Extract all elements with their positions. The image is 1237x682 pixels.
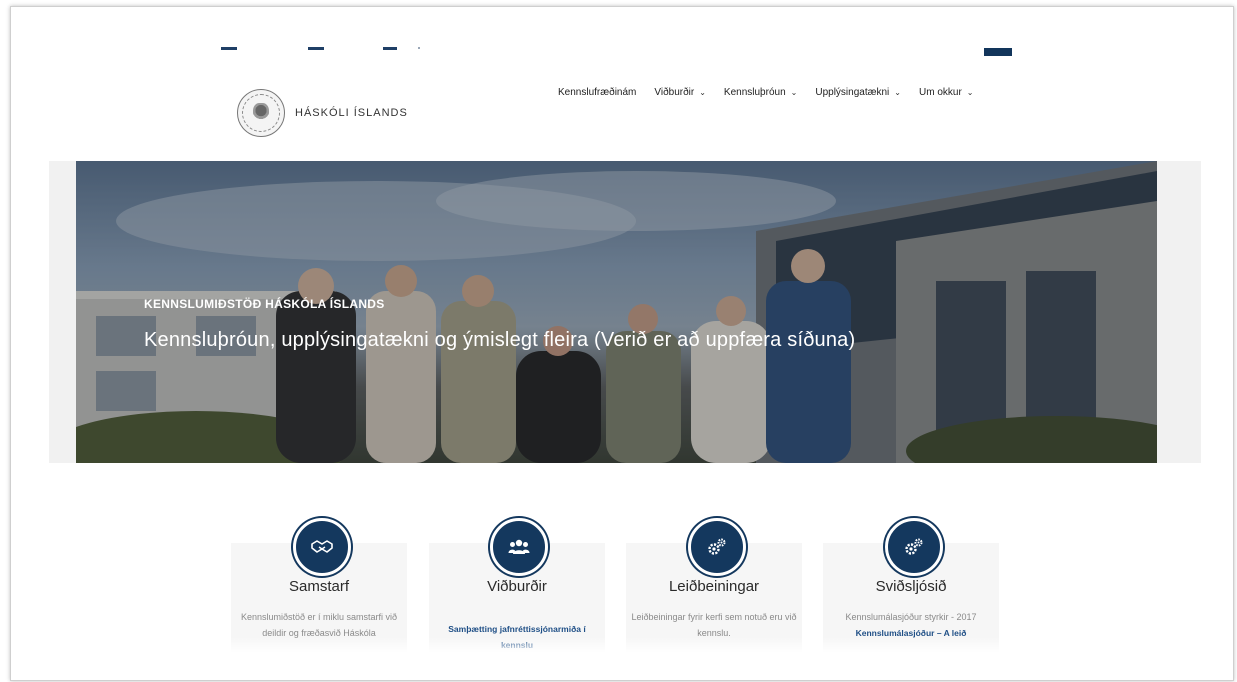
browser-page-frame: HÁSKÓLI ÍSLANDS Kennslufræðinám Viðburði… (10, 6, 1234, 681)
chevron-down-icon: ⌄ (699, 88, 706, 97)
card-title: Samstarf (288, 578, 349, 595)
nav-item-upplysingataekni[interactable]: Upplýsingatækni ⌄ (815, 87, 901, 98)
card-title: Viðburðir (487, 578, 547, 595)
university-seal-icon (237, 89, 285, 137)
main-nav: Kennslufræðinám Viðburðir ⌄ Kennsluþróun… (558, 87, 991, 98)
nav-item-kennslufraedinam[interactable]: Kennslufræðinám (558, 87, 636, 98)
hero-title: Kennsluþróun, upplýsingatækni og ýmisleg… (144, 329, 856, 351)
gears-icon[interactable] (688, 518, 746, 576)
chevron-down-icon: ⌄ (894, 88, 901, 97)
card-title: Sviðsljósið (875, 578, 947, 595)
handshake-icon[interactable] (293, 518, 351, 576)
nav-item-label: Kennslufræðinám (558, 87, 637, 98)
nav-item-label: Viðburðir (654, 87, 695, 98)
nav-item-label: Kennsluþróun (723, 87, 786, 98)
hero-kicker: KENNSLUMIÐSTÖÐ HÁSKÓLA ÍSLANDS (144, 297, 385, 311)
card-title: Leiðbeiningar (668, 578, 760, 595)
top-search-button[interactable] (984, 48, 1012, 56)
top-link-2[interactable] (308, 47, 324, 50)
nav-item-label: Upplýsingatækni (815, 87, 890, 98)
chevron-down-icon: ⌄ (966, 88, 974, 97)
hero-overlay (76, 161, 1157, 463)
top-link-3[interactable] (383, 47, 397, 50)
hero-section: KENNSLUMIÐSTÖÐ HÁSKÓLA ÍSLANDS Kennsluþr… (49, 161, 1201, 463)
card-fade (823, 637, 999, 653)
nav-item-label: Um okkur (918, 87, 962, 98)
users-icon[interactable] (490, 518, 548, 576)
card-text-line: Kennslumálasjóður styrkir - 2017 (845, 612, 977, 622)
nav-item-kennsluthroun[interactable]: Kennsluþróun ⌄ (724, 87, 797, 98)
top-separator (418, 47, 420, 49)
card-fade (231, 637, 407, 653)
logo-text: HÁSKÓLI ÍSLANDS (295, 107, 408, 119)
card-fade (626, 637, 802, 653)
gears-icon[interactable] (885, 518, 943, 576)
nav-item-um-okkur[interactable]: Um okkur ⌄ (919, 87, 974, 98)
site-logo[interactable]: HÁSKÓLI ÍSLANDS (237, 89, 408, 137)
chevron-down-icon: ⌄ (790, 88, 798, 97)
top-link-1[interactable] (221, 47, 237, 50)
nav-item-vidburdir[interactable]: Viðburðir ⌄ (654, 87, 706, 98)
card-fade (429, 637, 605, 653)
hero-banner: KENNSLUMIÐSTÖÐ HÁSKÓLA ÍSLANDS Kennsluþr… (76, 161, 1157, 463)
